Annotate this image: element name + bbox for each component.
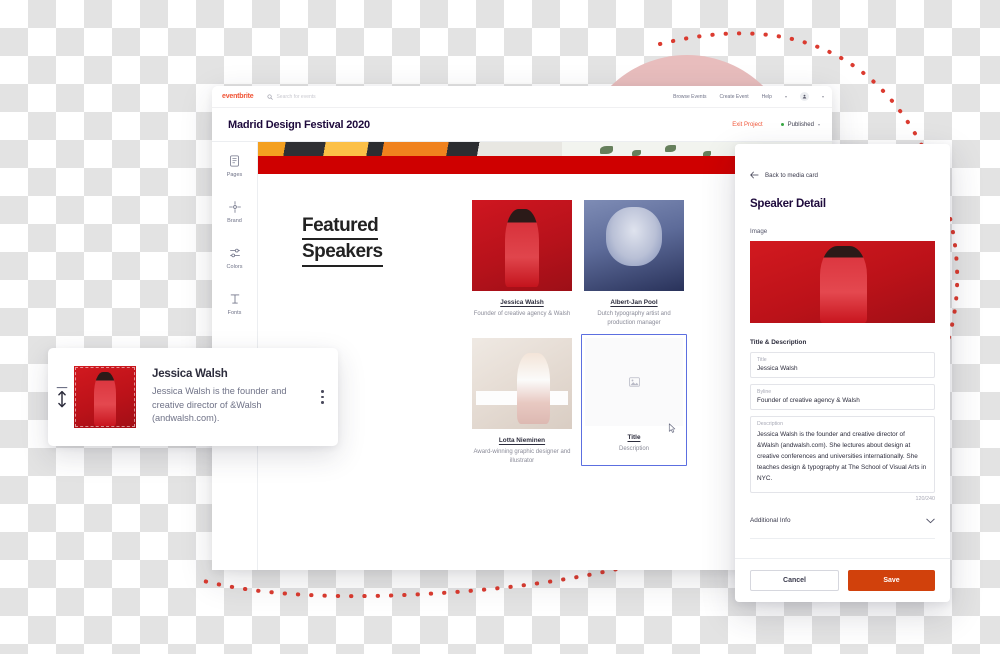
speaker-card-jessica-walsh[interactable]: Jessica Walsh Founder of creative agency… [472, 200, 572, 328]
status-badge[interactable]: Published ▾ [780, 121, 820, 128]
speaker-desc: Dutch typography artist and production m… [597, 311, 671, 326]
byline-field-value: Founder of creative agency & Walsh [757, 397, 860, 404]
cancel-button[interactable]: Cancel [750, 570, 839, 591]
status-chevron-down-icon: ▾ [817, 122, 820, 127]
description-field[interactable]: Description Jessica Walsh is the founder… [750, 416, 935, 494]
fonts-icon [229, 292, 241, 306]
navbar-links: Browse Events Create Event Help ▾ ▾ [673, 92, 824, 101]
colors-icon [229, 246, 241, 260]
help-chevron-down-icon: ▾ [784, 94, 787, 99]
title-field-value: Jessica Walsh [757, 365, 798, 372]
nav-link-create-event[interactable]: Create Event [719, 94, 748, 100]
sidebar-item-pages[interactable]: Pages [212, 154, 257, 178]
brand-icon [228, 200, 241, 214]
exit-project-button[interactable]: Exit Project [732, 122, 762, 128]
chevron-down-icon [926, 511, 935, 529]
arrow-left-icon [750, 166, 759, 184]
heading-line-2: Speakers [302, 240, 383, 267]
speaker-detail-panel: Back to media card Speaker Detail Image … [735, 144, 950, 602]
more-options-icon[interactable] [321, 390, 324, 404]
project-bar: Madrid Design Festival 2020 Exit Project… [212, 108, 832, 142]
eventbrite-navbar: eventbrite Search for events Browse Even… [212, 86, 832, 108]
nav-link-browse-events[interactable]: Browse Events [673, 94, 706, 100]
speaker-card-lotta-nieminen[interactable]: Lotta Nieminen Award-winning graphic des… [472, 338, 572, 466]
search-icon [267, 93, 274, 100]
jessica-walsh-photo[interactable] [472, 200, 572, 291]
back-to-media-card-button[interactable]: Back to media card [750, 166, 935, 184]
title-description-group-label: Title & Description [750, 339, 807, 346]
speaker-desc: Founder of creative agency & Walsh [473, 311, 571, 317]
speaker-name: Albert-Jan Pool [610, 299, 658, 306]
sidebar-item-label: Colors [226, 264, 243, 270]
back-label: Back to media card [765, 171, 818, 179]
sidebar-item-label: Fonts [227, 310, 242, 316]
additional-info-accordion[interactable]: Additional Info [750, 511, 935, 540]
title-field-label: Title [757, 357, 767, 363]
search-input[interactable]: Search for events [267, 93, 316, 100]
speaker-name: Lotta Nieminen [498, 437, 546, 444]
search-placeholder: Search for events [276, 93, 316, 100]
panel-footer: Cancel Save [735, 558, 950, 602]
heading-line-1: Featured [302, 214, 379, 241]
sidebar-item-fonts[interactable]: Fonts [212, 292, 257, 316]
pages-icon [229, 154, 240, 168]
speaker-desc: Description [618, 446, 649, 452]
speaker-image-preview[interactable] [750, 241, 935, 323]
title-field[interactable]: Title Jessica Walsh [750, 352, 935, 378]
user-avatar-icon[interactable] [799, 92, 809, 101]
description-field-label: Description [757, 421, 783, 427]
speaker-card-empty-placeholder[interactable]: Title Description [581, 334, 687, 466]
save-button[interactable]: Save [848, 570, 935, 591]
media-card-title: Jessica Walsh [152, 368, 228, 381]
image-placeholder-icon[interactable] [585, 338, 683, 426]
sidebar-item-brand[interactable]: Brand [212, 200, 257, 224]
panel-title: Speaker Detail [750, 198, 826, 210]
page-title: Madrid Design Festival 2020 [228, 118, 370, 131]
mouse-cursor-icon [668, 421, 677, 439]
status-label: Published [787, 121, 814, 128]
sidebar-item-colors[interactable]: Colors [212, 246, 257, 270]
media-card-thumbnail[interactable] [74, 366, 136, 428]
byline-field[interactable]: Byline Founder of creative agency & Wals… [750, 384, 935, 410]
speaker-card-albert-jan-pool[interactable]: Albert-Jan Pool Dutch typography artist … [584, 200, 684, 328]
lotta-nieminen-photo[interactable] [472, 338, 572, 429]
character-counter: 120/240 [915, 496, 936, 503]
description-field-value: Jessica Walsh is the founder and creativ… [757, 431, 927, 483]
additional-info-label: Additional Info [750, 516, 791, 524]
nav-link-help[interactable]: Help [762, 94, 772, 100]
albert-jan-pool-photo[interactable] [584, 200, 684, 291]
status-dot-icon [780, 123, 784, 126]
account-chevron-down-icon[interactable]: ▾ [822, 94, 824, 99]
sidebar-item-label: Brand [227, 218, 242, 224]
speaker-grid: Jessica Walsh Founder of creative agency… [472, 200, 687, 466]
eventbrite-logo[interactable]: eventbrite [222, 93, 254, 100]
featured-speakers-heading[interactable]: Featured Speakers [302, 214, 452, 267]
drag-handle-icon[interactable] [56, 384, 68, 410]
byline-field-label: Byline [757, 389, 772, 395]
media-card[interactable]: Jessica Walsh Jessica Walsh is the found… [48, 348, 338, 446]
speaker-name: Jessica Walsh [500, 299, 544, 306]
sidebar-item-label: Pages [226, 172, 243, 178]
speaker-desc: Award-winning graphic designer and illus… [473, 449, 571, 464]
media-card-description: Jessica Walsh is the founder and creativ… [152, 386, 287, 424]
image-field-label: Image [750, 228, 768, 235]
